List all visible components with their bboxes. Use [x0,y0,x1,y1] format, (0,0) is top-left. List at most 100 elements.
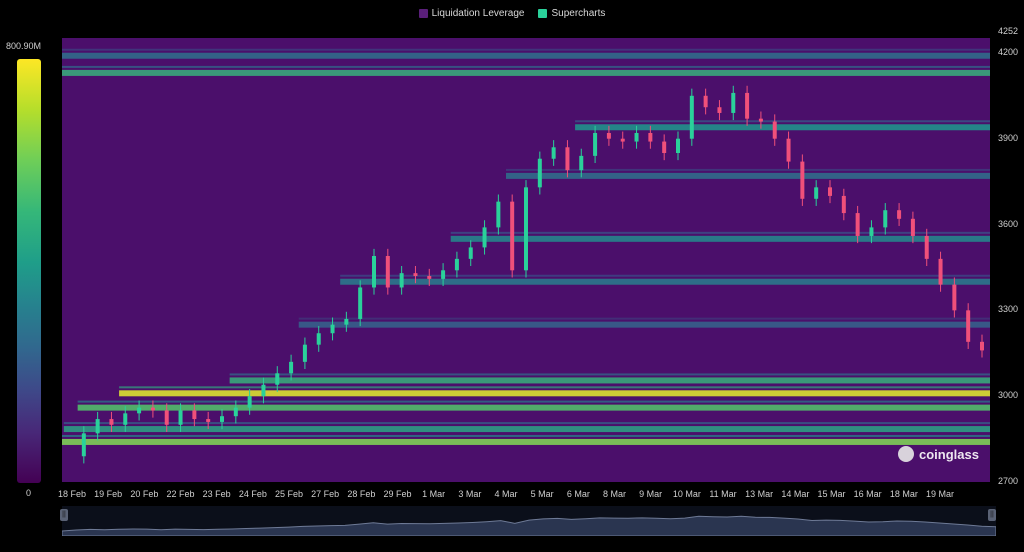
x-tick-label: 5 Mar [530,489,554,499]
candle-body [344,318,349,325]
candle-body [841,195,846,214]
watermark-text: coinglass [919,446,979,462]
navigator-area [61,515,997,537]
candle-body [247,396,252,408]
liquidation-band-halo [63,422,991,425]
x-tick-label: 28 Feb [347,489,376,499]
candle-body [689,95,694,139]
candle-body [828,187,832,196]
candle-body [676,138,680,154]
x-tick-label: 18 Mar [889,489,918,499]
candle-body [606,132,611,139]
candle-body [924,235,929,259]
navigator-left-handle[interactable]: || [60,509,68,521]
candle-body [814,187,819,199]
candle-body [275,373,280,385]
y-tick-label: 3000 [998,390,1019,401]
candle-body [289,361,294,374]
candle-body [662,141,667,154]
candle-body [855,213,860,236]
candle-body [758,118,763,122]
candle-body [302,344,307,362]
liquidation-band-halo [229,373,991,376]
candle-body [883,210,888,228]
liquidation-band [77,404,991,411]
x-tick-label: 18 Feb [57,489,87,499]
x-tick-label: 13 Mar [745,489,774,499]
liquidation-band [63,426,991,433]
x-tick-label: 25 Feb [274,489,304,499]
y-tick-label: 3900 [998,132,1019,143]
candle-body [261,384,266,397]
liquidation-band [340,278,990,285]
candle-body [634,132,639,142]
liquidation-band [62,52,990,59]
candle-body [593,132,598,156]
liquidation-band-halo [62,65,990,68]
candle-body [399,273,404,288]
coinglass-watermark: coinglass [898,446,979,462]
candle-body [952,284,957,311]
candle-body [786,138,791,162]
x-tick-label: 4 Mar [494,489,518,499]
y-tick-label: 4252 [998,26,1019,36]
candle-body [206,419,211,422]
x-tick-label: 15 Mar [817,489,846,499]
x-tick-label: 9 Mar [639,489,663,499]
candle-body [565,147,570,171]
candle-body [330,324,335,334]
candle-body [150,407,155,411]
x-tick-label: 16 Mar [853,489,882,499]
candle-body [164,410,169,425]
candle-body [123,413,128,425]
candle-body [316,333,321,345]
candle-body [717,107,722,113]
candle-body [178,410,183,425]
candle-body [703,95,708,108]
navigator-preview [61,515,997,537]
candle-body [800,161,805,199]
x-tick-label: 8 Mar [602,489,627,499]
candle-body [772,121,777,139]
liquidation-band [62,69,990,76]
y-tick-label: 4200 [998,46,1019,57]
candle-body [482,227,487,248]
liquidation-band-halo [119,386,990,389]
candle-body [192,410,197,420]
x-tick-label: 6 Mar [566,489,590,499]
liquidation-band-halo [575,120,990,123]
liquidation-band-halo [77,400,991,403]
x-tick-label: 14 Mar [781,489,810,499]
x-tick-label: 11 Mar [709,489,737,499]
candle-body [137,407,142,414]
x-tick-label: 19 Feb [94,489,123,499]
candle-body [620,138,625,142]
x-tick-label: 10 Mar [672,489,701,499]
liquidation-band [229,377,991,384]
x-tick-label: 1 Mar [422,489,446,499]
liquidation-heatmap[interactable] [0,0,1024,552]
candle-body [731,92,736,113]
range-navigator[interactable] [61,506,997,537]
candle-body [109,419,114,425]
x-tick-label: 23 Feb [202,489,231,499]
candle-body [413,273,418,277]
candle-body [510,201,515,271]
candle-body [454,258,459,271]
candle-body [537,158,542,188]
candle-body [966,310,971,342]
x-tick-label: 22 Feb [166,489,195,499]
x-tick-label: 29 Feb [383,489,412,499]
x-tick-label: 3 Mar [458,489,482,499]
liquidation-band-halo [450,231,990,234]
liquidation-band-halo [298,317,990,320]
candle-body [358,287,363,319]
x-tick-label: 27 Feb [311,489,340,499]
liquidation-band-halo [62,434,990,437]
navigator-right-handle[interactable]: || [988,509,996,521]
liquidation-band [450,235,990,242]
candle-body [385,255,390,288]
candle-body [427,276,432,279]
candle-body [372,255,376,288]
x-tick-label: 24 Feb [238,489,267,499]
